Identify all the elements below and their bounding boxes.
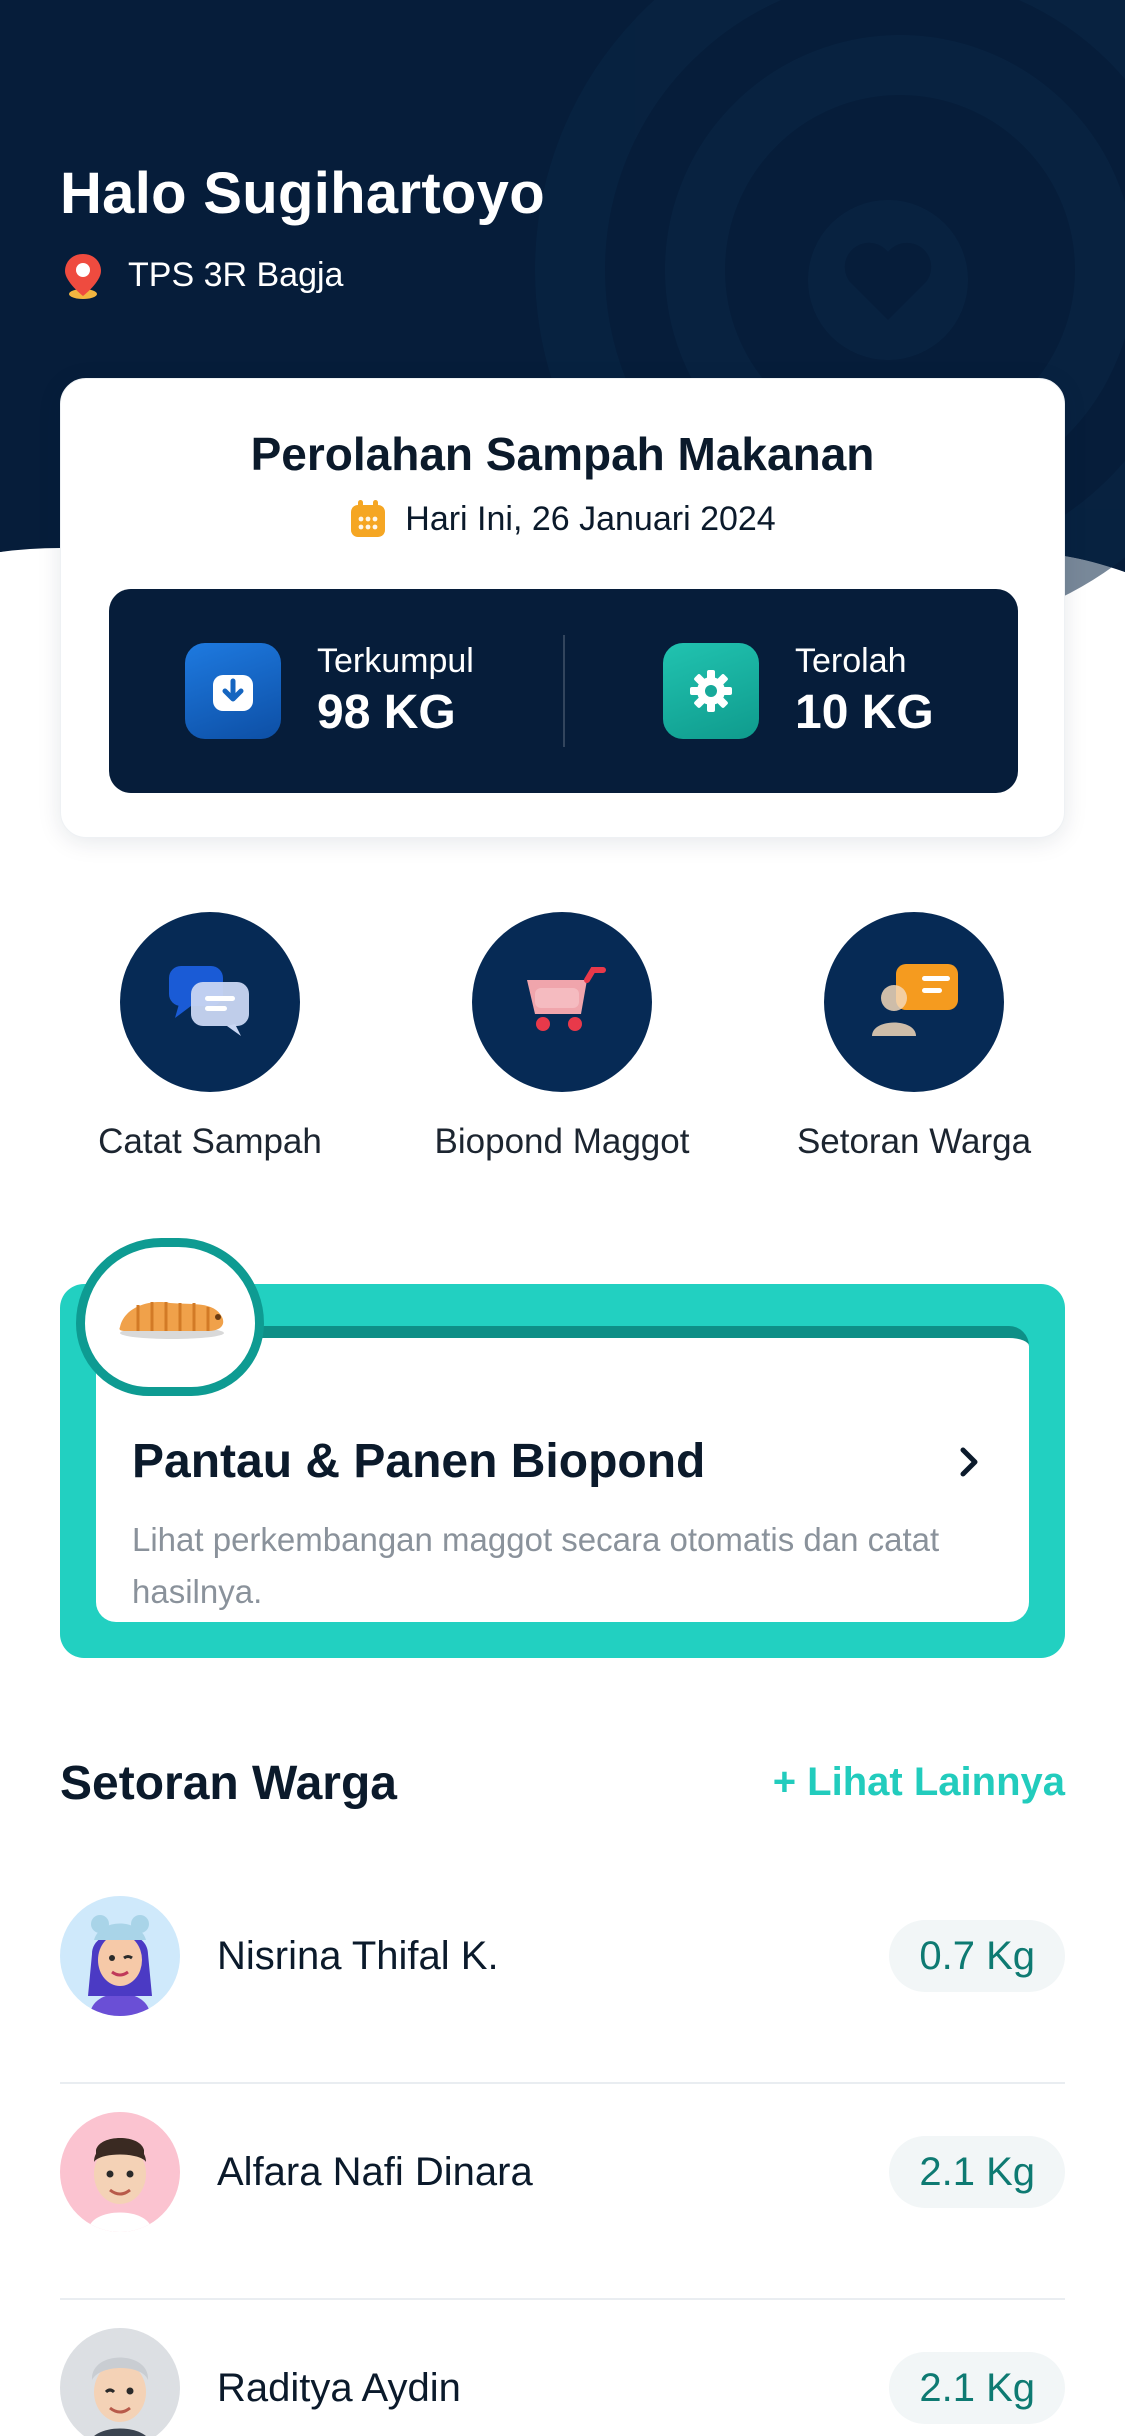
menu-setoran-warga[interactable]: Setoran Warga bbox=[764, 912, 1064, 1162]
location-pin-icon bbox=[60, 250, 106, 300]
summary-card: Perolahan Sampah Makanan Hari Ini, 26 Ja… bbox=[60, 378, 1065, 838]
greeting-title: Halo Sugihartoyo bbox=[60, 161, 545, 226]
stat-processed: Terolah 10 KG bbox=[663, 589, 934, 793]
deposit-row[interactable]: Nisrina Thifal K. 0.7 Kg bbox=[60, 1868, 1065, 2084]
menu-catat-sampah-label: Catat Sampah bbox=[98, 1122, 322, 1161]
calendar-icon bbox=[349, 499, 387, 539]
larva-badge bbox=[76, 1238, 264, 1396]
avatar bbox=[60, 2112, 180, 2232]
stat-collected: Terkumpul 98 KG bbox=[185, 589, 474, 793]
menu-biopond-maggot-label: Biopond Maggot bbox=[434, 1122, 690, 1161]
stats-panel: Terkumpul 98 KG Terolah 10 KG bbox=[109, 589, 1018, 793]
menu-biopond-maggot[interactable]: Biopond Maggot bbox=[412, 912, 712, 1162]
summary-title: Perolahan Sampah Makanan bbox=[250, 428, 875, 480]
deposit-row[interactable]: Raditya Aydin 2.1 Kg bbox=[60, 2300, 1065, 2436]
stat-collected-label: Terkumpul bbox=[317, 642, 474, 680]
deposit-name: Alfara Nafi Dinara bbox=[217, 2150, 533, 2194]
chat-bubbles-icon bbox=[165, 960, 255, 1045]
summary-date-row: Hari Ini, 26 Januari 2024 bbox=[61, 499, 1064, 539]
gear-icon bbox=[663, 643, 759, 739]
biopond-banner-description: Lihat perkembangan maggot secara otomati… bbox=[132, 1521, 940, 1610]
deposit-row[interactable]: Alfara Nafi Dinara 2.1 Kg bbox=[60, 2084, 1065, 2300]
menu-biopond-maggot-circle[interactable] bbox=[472, 912, 652, 1092]
deposits-section-title: Setoran Warga bbox=[60, 1757, 397, 1810]
deposit-amount: 2.1 Kg bbox=[889, 2352, 1065, 2424]
avatar bbox=[60, 1896, 180, 2016]
location-label: TPS 3R Bagja bbox=[128, 255, 344, 294]
avatar bbox=[60, 2328, 180, 2436]
menu-catat-sampah[interactable]: Catat Sampah bbox=[60, 912, 360, 1162]
menu-catat-sampah-circle[interactable] bbox=[120, 912, 300, 1092]
deposit-name: Nisrina Thifal K. bbox=[217, 1934, 499, 1978]
deposit-amount: 2.1 Kg bbox=[889, 2136, 1065, 2208]
menu-setoran-warga-circle[interactable] bbox=[824, 912, 1004, 1092]
chevron-right-icon[interactable] bbox=[949, 1442, 989, 1482]
cart-icon bbox=[517, 960, 607, 1045]
menu-setoran-warga-label: Setoran Warga bbox=[796, 1122, 1032, 1161]
deposit-name: Raditya Aydin bbox=[217, 2366, 461, 2410]
stats-divider bbox=[563, 635, 565, 747]
summary-date: Hari Ini, 26 Januari 2024 bbox=[405, 499, 776, 538]
stat-collected-value: 98 KG bbox=[317, 686, 456, 739]
stat-processed-value: 10 KG bbox=[795, 686, 934, 739]
larva-icon bbox=[110, 1285, 230, 1350]
see-more-link[interactable]: + Lihat Lainnya bbox=[773, 1760, 1065, 1805]
id-card-icon bbox=[866, 958, 962, 1047]
stat-processed-label: Terolah bbox=[795, 642, 907, 680]
deposit-amount: 0.7 Kg bbox=[889, 1920, 1065, 1992]
download-icon bbox=[185, 643, 281, 739]
biopond-banner-title: Pantau & Panen Biopond bbox=[132, 1435, 706, 1488]
location-row[interactable]: TPS 3R Bagja bbox=[60, 250, 343, 300]
